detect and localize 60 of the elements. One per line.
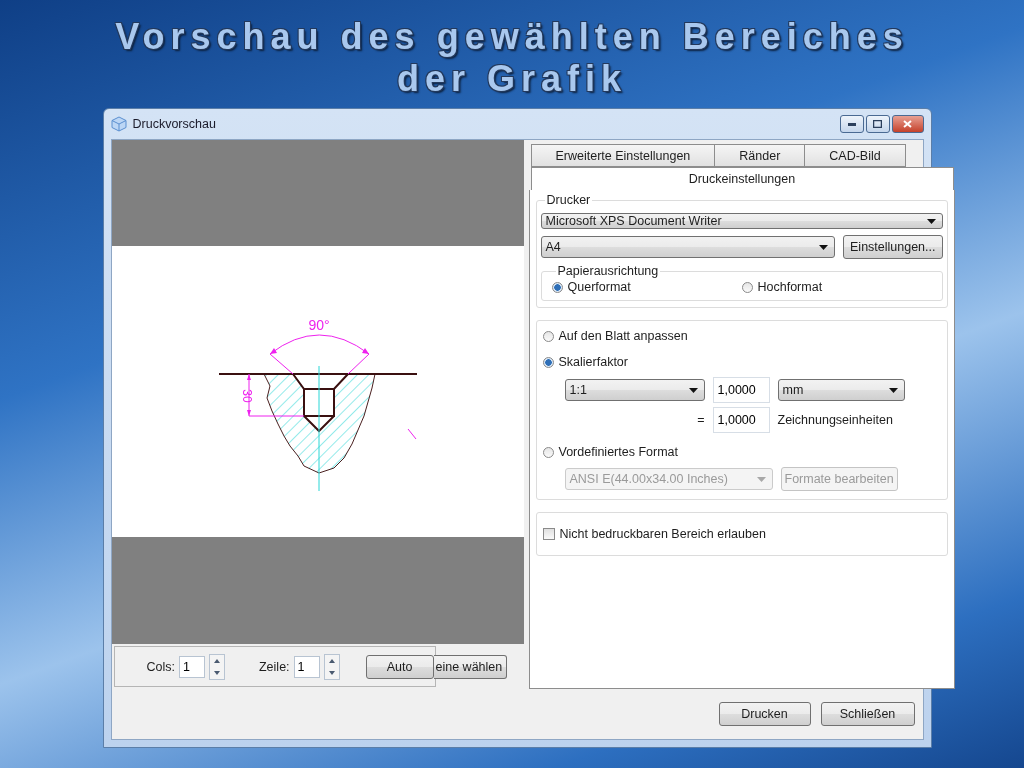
number-field[interactable]: 1: [293, 655, 320, 678]
checkbox-option[interactable]: Nicht bedruckbaren Bereich erlauben: [542, 527, 941, 541]
radio-label: Querformat: [567, 280, 631, 294]
spin-buttons[interactable]: [209, 653, 225, 680]
printer-dropdown[interactable]: Microsoft XPS Document Writer: [540, 213, 943, 229]
tab[interactable]: Erweiterte Einstellungen: [530, 144, 716, 167]
tab[interactable]: Druckeinstellungen: [530, 167, 954, 190]
radio-option[interactable]: Skalierfaktor: [542, 355, 941, 369]
settings-button[interactable]: Einstellungen...: [843, 235, 943, 259]
dropdown-caret-icon: [926, 218, 936, 224]
ratio-dropdown[interactable]: 1:1: [564, 379, 705, 401]
radio-option[interactable]: Auf den Blatt anpassen: [542, 329, 941, 343]
group-legend: Drucker: [544, 193, 593, 207]
radio-button[interactable]: [542, 356, 554, 368]
radio-button[interactable]: [542, 330, 554, 342]
cols-label: Cols:: [146, 659, 175, 674]
radio-button[interactable]: [551, 281, 563, 293]
paper-units-field[interactable]: 1,0000: [712, 377, 770, 403]
dimension-label: 30: [239, 389, 254, 403]
auto-button[interactable]: Auto: [365, 654, 434, 679]
tab[interactable]: CAD-Bild: [804, 144, 906, 167]
dialog-button[interactable]: Schließen: [820, 702, 915, 726]
dropdown-caret-icon: [756, 476, 766, 482]
radio-option[interactable]: Hochformat: [741, 280, 932, 294]
spin-buttons[interactable]: [323, 653, 340, 680]
dropdown-caret-icon: [688, 387, 698, 393]
unit-dropdown[interactable]: mm: [777, 379, 905, 401]
dialog-button[interactable]: Drucken: [718, 702, 811, 726]
drawing-units-field[interactable]: 1,0000: [712, 407, 770, 433]
slide-title: Vorschau des gewählten Bereiches: [115, 16, 909, 58]
minimize-button[interactable]: [839, 115, 864, 133]
close-button[interactable]: [891, 115, 924, 133]
radio-button[interactable]: [542, 446, 554, 458]
slide-title: der Grafik: [396, 58, 628, 100]
dropdown-caret-icon: [819, 244, 828, 250]
maximize-button[interactable]: [865, 115, 890, 133]
maximize-icon: [873, 120, 882, 128]
dropdown-caret-icon: [888, 387, 898, 393]
equals-sign: =: [697, 413, 705, 427]
rows-label: Zeile:: [259, 659, 290, 674]
group-legend: Papierausrichtung: [555, 264, 661, 278]
select-button[interactable]: eine wählen: [433, 654, 508, 679]
radio-button[interactable]: [741, 281, 753, 293]
cube-icon: [110, 116, 127, 132]
dimension-label: 90°: [307, 317, 330, 333]
window-title: Druckvorschau: [132, 117, 217, 131]
radio-label: Auf den Blatt anpassen: [558, 329, 688, 343]
radio-label: Hochformat: [757, 280, 823, 294]
close-icon: [903, 120, 912, 128]
paper-size-dropdown[interactable]: A4: [540, 236, 835, 258]
radio-label: Vordefiniertes Format: [558, 445, 678, 459]
radio-option[interactable]: Querformat: [551, 280, 742, 294]
number-field[interactable]: 1: [179, 655, 205, 678]
checkbox-label: Nicht bedruckbaren Bereich erlauben: [559, 527, 766, 541]
checkbox[interactable]: [542, 528, 555, 540]
tab[interactable]: Ränder: [714, 144, 806, 167]
minimize-icon: [847, 122, 856, 126]
drawing-units-label: Zeichnungseinheiten: [777, 413, 893, 427]
radio-label: Skalierfaktor: [558, 355, 628, 369]
radio-option[interactable]: Vordefiniertes Format: [542, 445, 941, 459]
